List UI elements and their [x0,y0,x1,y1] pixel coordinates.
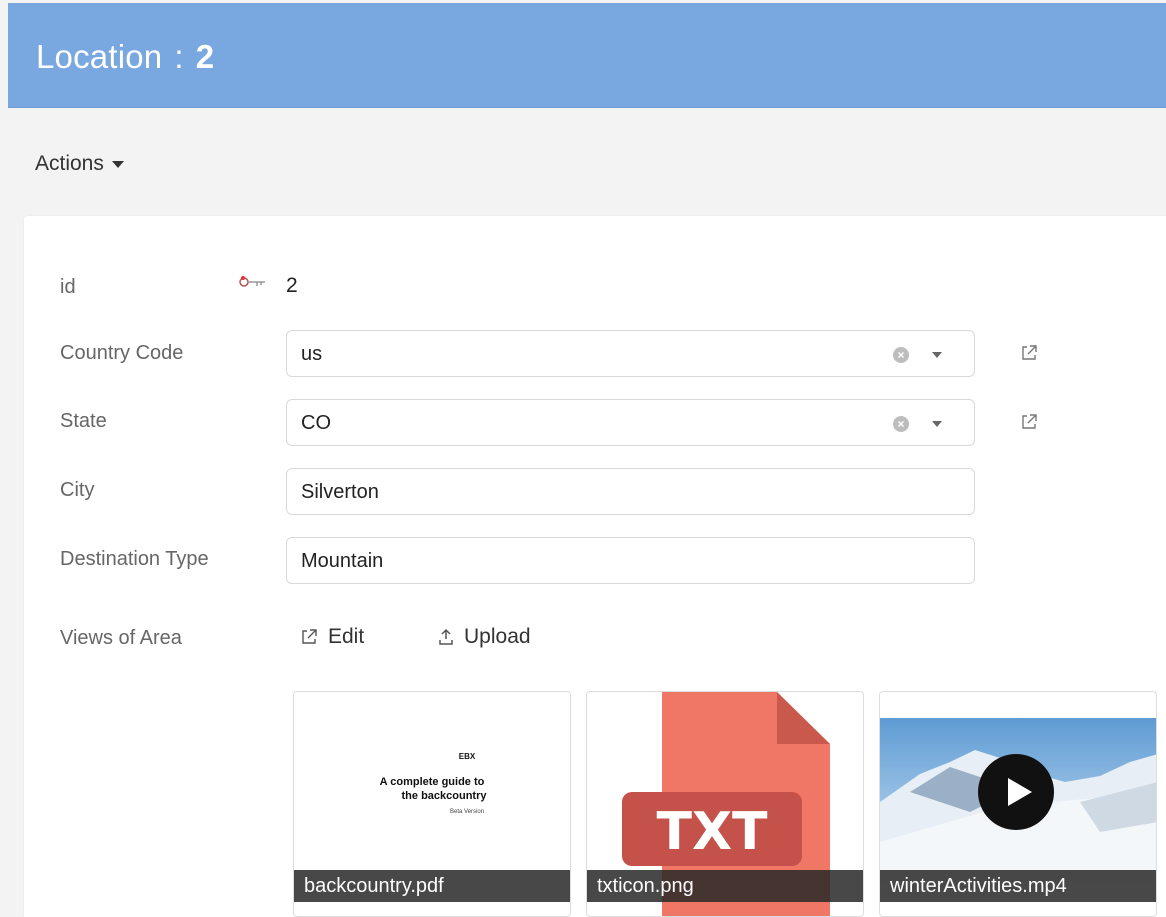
city-input[interactable]: Silverton [286,468,975,515]
country-code-value: us [301,343,323,365]
state-label: State [60,410,107,432]
txt-icon-label: TXT [656,802,768,862]
destination-type-value: Mountain [301,550,384,572]
pdf-title-line1: A complete guide to [379,776,485,788]
page-title: Location:2 [36,38,214,76]
edit-button[interactable]: Edit [300,625,364,649]
clear-icon[interactable]: × [893,347,909,363]
attachment-thumbnail-png[interactable]: TXT txticon.png [586,691,864,917]
open-external-icon[interactable] [1020,413,1038,431]
state-select[interactable]: CO × [286,399,975,446]
clear-icon[interactable]: × [893,416,909,432]
title-separator: : [174,38,184,75]
attachment-thumbnail-video[interactable]: winterActivities.mp4 [879,691,1157,917]
country-code-label: Country Code [60,342,184,364]
upload-button[interactable]: Upload [438,625,531,649]
destination-type-label: Destination Type [60,548,209,570]
chevron-down-icon[interactable] [932,352,942,358]
id-value: 2 [286,274,298,297]
attachment-filename: backcountry.pdf [294,870,570,902]
page-header: Location:2 [8,3,1166,108]
id-label: id [60,276,76,298]
record-form: id 2 Country Code us × State CO × City S… [24,216,1166,917]
pdf-brand: EBX [458,752,476,761]
pdf-subtitle: Beta Version [449,809,485,815]
chevron-down-icon[interactable] [932,421,942,427]
country-code-select[interactable]: us × [286,330,975,377]
upload-button-label: Upload [464,625,531,648]
attachment-filename: txticon.png [587,870,863,902]
open-external-icon[interactable] [1020,344,1038,362]
city-value: Silverton [301,481,379,503]
page-title-text: Location [36,38,163,75]
views-of-area-label: Views of Area [60,627,182,649]
actions-label: Actions [35,152,104,175]
attachment-thumbnail-pdf[interactable]: EBX A complete guide to the backcountry … [293,691,571,917]
primary-key-icon [239,276,265,287]
destination-type-input[interactable]: Mountain [286,537,975,584]
actions-menu-button[interactable]: Actions [35,152,124,176]
pdf-preview: EBX A complete guide to the backcountry … [294,752,570,815]
caret-down-icon [111,160,124,168]
edit-button-label: Edit [328,625,365,648]
record-id: 2 [195,38,215,75]
city-label: City [60,479,95,501]
pdf-title-line2: the backcountry [401,790,487,802]
play-icon[interactable] [976,752,1056,832]
state-value: CO [301,412,331,434]
open-external-icon [302,629,317,644]
attachment-filename: winterActivities.mp4 [880,870,1156,902]
upload-icon [439,628,453,645]
